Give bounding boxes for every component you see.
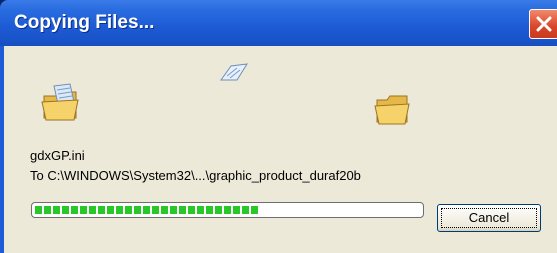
close-x-icon [536,16,552,32]
paper-sheet-icon [220,63,248,81]
cancel-button-label: Cancel [468,210,510,225]
title-bar[interactable]: Copying Files... [0,0,557,46]
folder-icon [374,95,410,125]
copy-dialog-window: Copying Files... gdxGP.ini To C:\WINDOWS… [0,0,557,253]
destination-path: To C:\WINDOWS\System32\...\graphic_produ… [30,168,361,183]
cancel-button[interactable]: Cancel [437,204,541,232]
close-button[interactable] [529,9,557,39]
progress-fill [35,206,258,214]
folder-with-paper-icon [41,83,79,121]
window-title: Copying Files... [14,12,155,33]
copy-progress-bar [31,202,424,218]
current-filename: gdxGP.ini [30,148,85,163]
